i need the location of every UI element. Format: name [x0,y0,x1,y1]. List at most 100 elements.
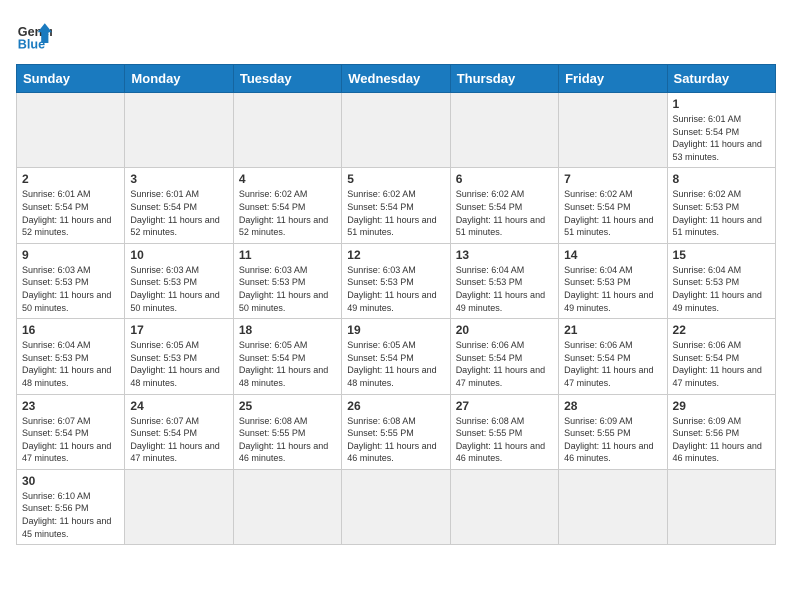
day-number: 28 [564,399,661,413]
day-info: Sunrise: 6:08 AM Sunset: 5:55 PM Dayligh… [239,415,336,465]
day-number: 30 [22,474,119,488]
day-info: Sunrise: 6:03 AM Sunset: 5:53 PM Dayligh… [130,264,227,314]
calendar-day-cell: 30Sunrise: 6:10 AM Sunset: 5:56 PM Dayli… [17,469,125,544]
calendar-day-cell: 25 Sunrise: 6:08 AM Sunset: 5:55 PM Dayli… [233,394,341,469]
calendar-day-cell: 5Sunrise: 6:02 AM Sunset: 5:54 PM Daylig… [342,168,450,243]
day-number: 11 [239,248,336,262]
day-info: Sunrise: 6:09 AM Sunset: 5:56 PM Dayligh… [673,415,770,465]
calendar-day-cell: 14 Sunrise: 6:04 AM Sunset: 5:53 PM Dayli… [559,243,667,318]
calendar-day-cell: 22 Sunrise: 6:06 AM Sunset: 5:54 PM Dayli… [667,319,775,394]
day-number: 8 [673,172,770,186]
calendar-day-cell: 17Sunrise: 6:05 AM Sunset: 5:53 PM Dayli… [125,319,233,394]
calendar-day-cell: 2 Sunrise: 6:01 AM Sunset: 5:54 PM Daylig… [17,168,125,243]
day-number: 18 [239,323,336,337]
calendar-day-cell: 7Sunrise: 6:02 AM Sunset: 5:54 PM Daylig… [559,168,667,243]
day-number: 14 [564,248,661,262]
calendar-day-cell [233,93,341,168]
weekday-header: Wednesday [342,65,450,93]
day-info: Sunrise: 6:04 AM Sunset: 5:53 PM Dayligh… [456,264,553,314]
day-info: Sunrise: 6:01 AM Sunset: 5:54 PM Dayligh… [130,188,227,238]
calendar-day-cell: 20 Sunrise: 6:06 AM Sunset: 5:54 PM Dayli… [450,319,558,394]
day-number: 22 [673,323,770,337]
day-number: 17 [130,323,227,337]
calendar-day-cell [667,469,775,544]
calendar-table: SundayMondayTuesdayWednesdayThursdayFrid… [16,64,776,545]
calendar-day-cell: 29Sunrise: 6:09 AM Sunset: 5:56 PM Dayli… [667,394,775,469]
calendar-day-cell [450,469,558,544]
day-info: Sunrise: 6:04 AM Sunset: 5:53 PM Dayligh… [564,264,661,314]
day-number: 9 [22,248,119,262]
day-info: Sunrise: 6:08 AM Sunset: 5:55 PM Dayligh… [456,415,553,465]
calendar-week-row: 16Sunrise: 6:04 AM Sunset: 5:53 PM Dayli… [17,319,776,394]
day-number: 20 [456,323,553,337]
calendar-day-cell: 13 Sunrise: 6:04 AM Sunset: 5:53 PM Dayli… [450,243,558,318]
day-number: 6 [456,172,553,186]
weekday-header-row: SundayMondayTuesdayWednesdayThursdayFrid… [17,65,776,93]
calendar-day-cell: 3Sunrise: 6:01 AM Sunset: 5:54 PM Daylig… [125,168,233,243]
calendar-week-row: 1 Sunrise: 6:01 AM Sunset: 5:54 PM Daylig… [17,93,776,168]
calendar-day-cell [342,469,450,544]
day-number: 7 [564,172,661,186]
day-number: 26 [347,399,444,413]
calendar-day-cell: 18Sunrise: 6:05 AM Sunset: 5:54 PM Dayli… [233,319,341,394]
calendar-day-cell: 15 Sunrise: 6:04 AM Sunset: 5:53 PM Dayli… [667,243,775,318]
calendar-day-cell: 27 Sunrise: 6:08 AM Sunset: 5:55 PM Dayli… [450,394,558,469]
logo: General Blue [16,16,52,52]
day-number: 21 [564,323,661,337]
day-info: Sunrise: 6:07 AM Sunset: 5:54 PM Dayligh… [130,415,227,465]
calendar-week-row: 2 Sunrise: 6:01 AM Sunset: 5:54 PM Daylig… [17,168,776,243]
calendar-day-cell [17,93,125,168]
day-info: Sunrise: 6:03 AM Sunset: 5:53 PM Dayligh… [22,264,119,314]
day-info: Sunrise: 6:02 AM Sunset: 5:53 PM Dayligh… [673,188,770,238]
day-number: 1 [673,97,770,111]
weekday-header: Saturday [667,65,775,93]
day-number: 16 [22,323,119,337]
day-number: 12 [347,248,444,262]
day-number: 10 [130,248,227,262]
calendar-day-cell [559,93,667,168]
weekday-header: Thursday [450,65,558,93]
calendar-week-row: 9 Sunrise: 6:03 AM Sunset: 5:53 PM Daylig… [17,243,776,318]
day-number: 25 [239,399,336,413]
day-info: Sunrise: 6:03 AM Sunset: 5:53 PM Dayligh… [347,264,444,314]
calendar-day-cell [233,469,341,544]
day-info: Sunrise: 6:07 AM Sunset: 5:54 PM Dayligh… [22,415,119,465]
calendar-day-cell [125,469,233,544]
day-number: 13 [456,248,553,262]
calendar-day-cell [559,469,667,544]
day-info: Sunrise: 6:02 AM Sunset: 5:54 PM Dayligh… [456,188,553,238]
day-info: Sunrise: 6:02 AM Sunset: 5:54 PM Dayligh… [239,188,336,238]
day-info: Sunrise: 6:08 AM Sunset: 5:55 PM Dayligh… [347,415,444,465]
day-number: 5 [347,172,444,186]
day-number: 27 [456,399,553,413]
day-info: Sunrise: 6:01 AM Sunset: 5:54 PM Dayligh… [673,113,770,163]
weekday-header: Friday [559,65,667,93]
calendar-day-cell: 16Sunrise: 6:04 AM Sunset: 5:53 PM Dayli… [17,319,125,394]
calendar-day-cell: 10 Sunrise: 6:03 AM Sunset: 5:53 PM Dayli… [125,243,233,318]
day-info: Sunrise: 6:04 AM Sunset: 5:53 PM Dayligh… [673,264,770,314]
day-number: 23 [22,399,119,413]
day-info: Sunrise: 6:06 AM Sunset: 5:54 PM Dayligh… [673,339,770,389]
calendar-day-cell: 24 Sunrise: 6:07 AM Sunset: 5:54 PM Dayli… [125,394,233,469]
day-number: 4 [239,172,336,186]
day-number: 15 [673,248,770,262]
calendar-day-cell: 6 Sunrise: 6:02 AM Sunset: 5:54 PM Daylig… [450,168,558,243]
day-info: Sunrise: 6:06 AM Sunset: 5:54 PM Dayligh… [564,339,661,389]
calendar-day-cell: 11Sunrise: 6:03 AM Sunset: 5:53 PM Dayli… [233,243,341,318]
calendar-day-cell: 8 Sunrise: 6:02 AM Sunset: 5:53 PM Daylig… [667,168,775,243]
page-header: General Blue [16,16,776,52]
day-number: 19 [347,323,444,337]
day-number: 2 [22,172,119,186]
calendar-day-cell [125,93,233,168]
day-info: Sunrise: 6:05 AM Sunset: 5:54 PM Dayligh… [347,339,444,389]
logo-icon: General Blue [16,16,52,52]
day-info: Sunrise: 6:01 AM Sunset: 5:54 PM Dayligh… [22,188,119,238]
svg-text:Blue: Blue [18,37,45,51]
weekday-header: Monday [125,65,233,93]
day-info: Sunrise: 6:06 AM Sunset: 5:54 PM Dayligh… [456,339,553,389]
calendar-day-cell: 28Sunrise: 6:09 AM Sunset: 5:55 PM Dayli… [559,394,667,469]
calendar-day-cell: 1 Sunrise: 6:01 AM Sunset: 5:54 PM Daylig… [667,93,775,168]
weekday-header: Tuesday [233,65,341,93]
calendar-day-cell: 12 Sunrise: 6:03 AM Sunset: 5:53 PM Dayli… [342,243,450,318]
day-number: 24 [130,399,227,413]
